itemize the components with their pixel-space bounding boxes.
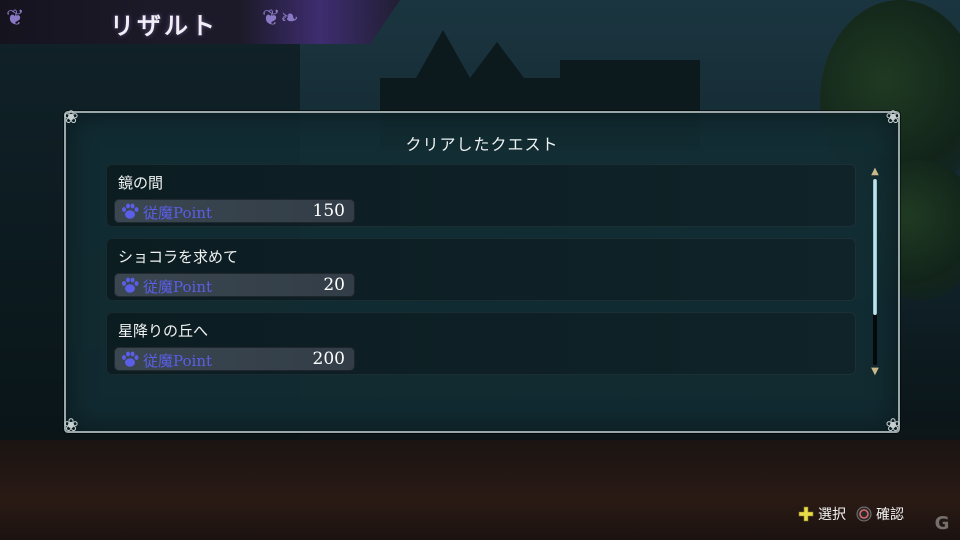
corner-ornament-icon: ❀ <box>63 107 79 128</box>
point-bar: 従魔Point 20 <box>114 273 355 297</box>
quest-item[interactable]: 星降りの丘へ 従魔Point 200 <box>106 312 856 375</box>
scroll-down-arrow-icon[interactable]: ▼ <box>869 367 881 377</box>
quest-name: ショコラを求めて <box>118 248 239 266</box>
quest-name: 鏡の間 <box>118 174 164 192</box>
corner-ornament-icon: ❀ <box>885 415 901 436</box>
point-bar: 従魔Point 150 <box>114 199 355 223</box>
confirm-label: 確認 <box>876 507 904 523</box>
scroll-up-arrow-icon[interactable]: ▲ <box>869 167 881 177</box>
scroll-track[interactable] <box>873 179 877 365</box>
select-hint[interactable]: 選択 <box>798 504 846 524</box>
dpad-icon <box>798 506 814 522</box>
point-value: 200 <box>312 349 345 369</box>
control-hints: 選択 確認 <box>798 503 904 525</box>
point-value: 20 <box>323 275 345 295</box>
point-bar: 従魔Point 200 <box>114 347 355 371</box>
quest-item[interactable]: 鏡の間 従魔Point 150 <box>106 164 856 227</box>
panel-heading: クリアしたクエスト <box>405 135 559 154</box>
corner-ornament-icon: ❀ <box>885 107 901 128</box>
corner-ornament-icon: ❀ <box>63 415 79 436</box>
point-label: 従魔Point <box>143 204 213 222</box>
site-watermark-icon: G <box>934 513 950 534</box>
scrollbar[interactable]: ▲ ▼ <box>870 167 880 377</box>
quest-list: 鏡の間 従魔Point 150 ショコラを求めて 従魔Point 20 星降りの… <box>106 164 858 386</box>
point-label: 従魔Point <box>143 278 213 296</box>
scroll-thumb[interactable] <box>873 179 877 315</box>
ornament-right-icon: ❦❧ <box>262 6 299 31</box>
point-value: 150 <box>312 201 345 221</box>
select-label: 選択 <box>818 507 846 523</box>
point-label: 従魔Point <box>143 352 213 370</box>
circle-button-icon <box>856 506 872 522</box>
quest-item[interactable]: ショコラを求めて 従魔Point 20 <box>106 238 856 301</box>
page-title: リザルト <box>110 12 218 40</box>
paw-icon <box>122 203 139 219</box>
quest-name: 星降りの丘へ <box>118 322 209 340</box>
confirm-hint[interactable]: 確認 <box>856 504 904 524</box>
cleared-quests-panel: ❀ ❀ ❀ ❀ クリアしたクエスト 鏡の間 従魔Point 150 ショコラを求… <box>63 107 900 436</box>
game-screen: ❦ ❦❧ リザルト ❀ ❀ ❀ ❀ クリアしたクエスト 鏡の間 従魔Point <box>0 0 960 540</box>
ornament-left-icon: ❦ <box>6 6 25 31</box>
paw-icon <box>122 277 139 293</box>
paw-icon <box>122 351 139 367</box>
background-street <box>0 440 960 540</box>
